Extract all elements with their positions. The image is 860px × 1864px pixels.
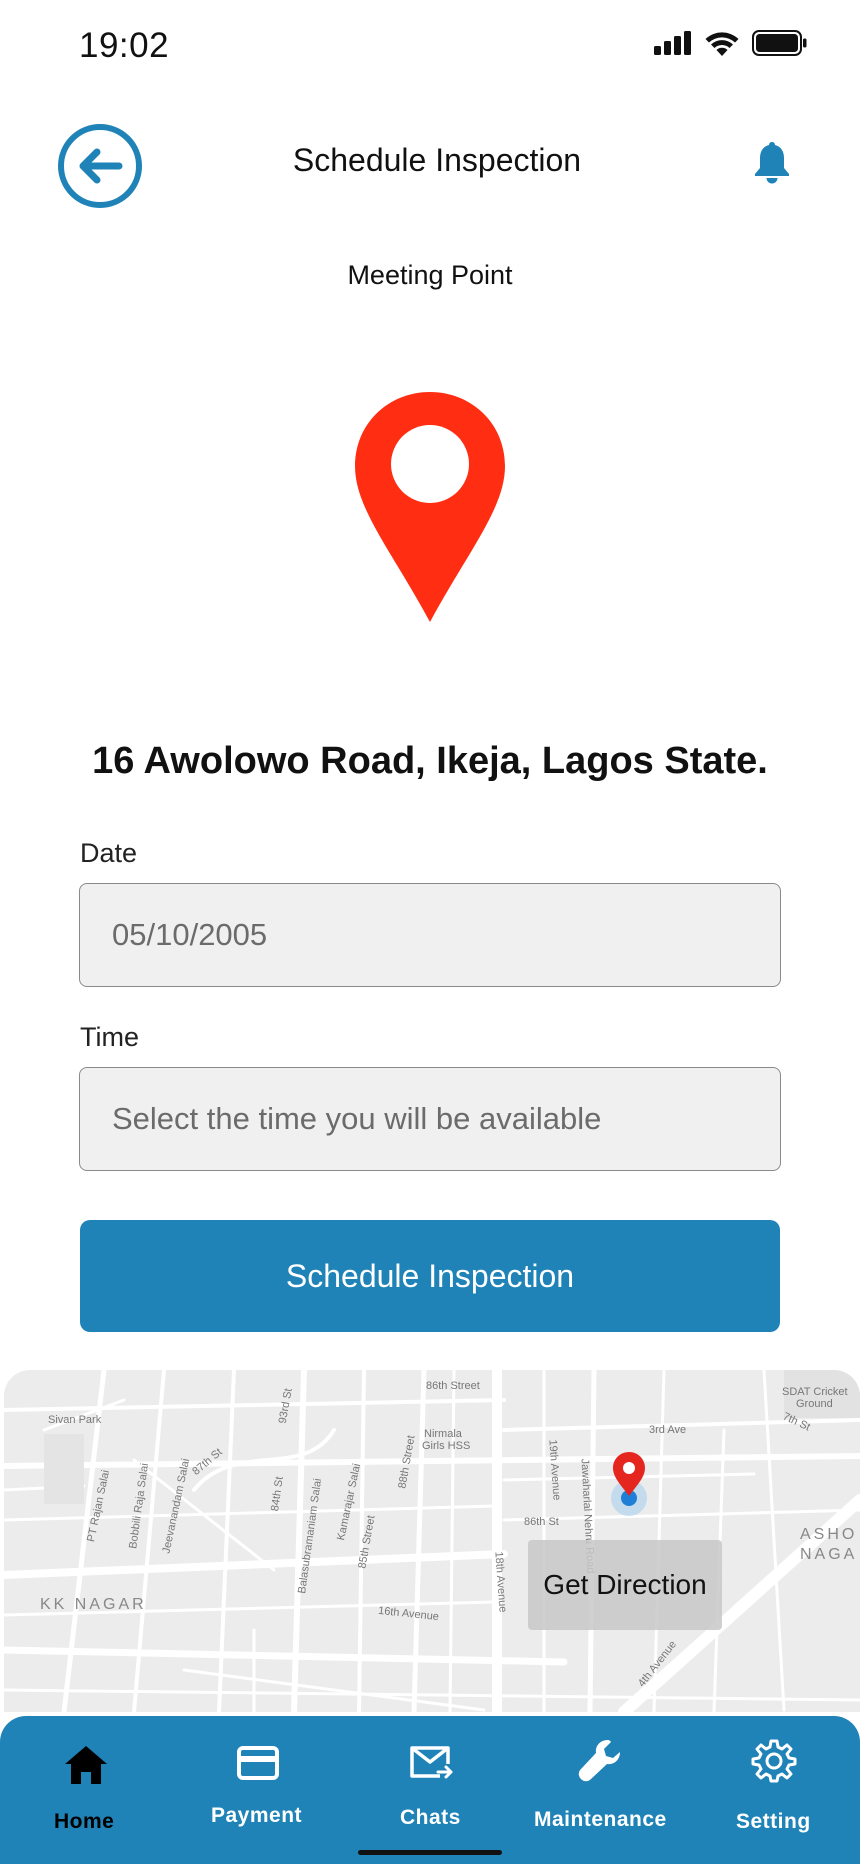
date-field[interactable]: 05/10/2005 (79, 883, 781, 987)
map-label: NAGA (800, 1546, 858, 1563)
nav-item-maintenance[interactable]: Maintenance (530, 1716, 670, 1864)
page-title: Schedule Inspection (292, 142, 582, 178)
get-direction-button[interactable]: Get Direction (528, 1540, 722, 1630)
map-label: KK NAGAR (40, 1596, 147, 1613)
map-label: Sivan Park (48, 1414, 102, 1426)
nav-item-home[interactable]: Home (36, 1716, 136, 1864)
nav-item-setting[interactable]: Setting (732, 1716, 842, 1864)
nav-label-chats: Chats (400, 1806, 461, 1829)
home-indicator (358, 1850, 502, 1855)
map-label: Ground (796, 1398, 833, 1410)
cellular-signal-icon (654, 31, 691, 55)
map-label: 86th Street (426, 1380, 480, 1392)
bottom-nav: Home Payment Chats Maintenance Setting (0, 1716, 860, 1864)
nav-item-chats[interactable]: Chats (386, 1716, 476, 1864)
mail-icon (410, 1746, 453, 1779)
wrench-icon (578, 1740, 620, 1782)
map-view[interactable]: 86th Street SDAT Cricket Ground Sivan Pa… (4, 1370, 860, 1712)
map-label: 3rd Ave (649, 1424, 687, 1436)
home-icon (65, 1746, 107, 1784)
credit-card-icon (237, 1746, 279, 1780)
wifi-icon (705, 32, 739, 56)
meeting-address: 16 Awolowo Road, Ikeja, Lagos State. (92, 740, 768, 782)
battery-icon (752, 30, 807, 56)
nav-item-payment[interactable]: Payment (200, 1716, 316, 1864)
status-icons (654, 30, 808, 56)
map-label: Girls HSS (422, 1440, 471, 1452)
time-label: Time (80, 1022, 139, 1052)
nav-label-payment: Payment (211, 1804, 303, 1827)
schedule-inspection-button[interactable]: Schedule Inspection (80, 1220, 780, 1332)
date-label: Date (80, 838, 138, 868)
nav-label-setting: Setting (736, 1810, 811, 1833)
nav-label-home: Home (54, 1810, 115, 1833)
gear-icon (751, 1739, 797, 1783)
nav-label-maintenance: Maintenance (534, 1808, 667, 1831)
map-label: Nirmala (424, 1428, 462, 1440)
date-value: 05/10/2005 (112, 917, 268, 952)
status-bar: 19:02 (0, 0, 860, 96)
map-label: ASHO (800, 1526, 858, 1543)
map-label: 86th St (524, 1516, 559, 1528)
bell-icon[interactable] (752, 140, 792, 189)
status-time: 19:02 (79, 26, 170, 65)
time-input[interactable] (112, 1068, 780, 1170)
meeting-point-label: Meeting Point (347, 260, 513, 290)
location-pin-icon (353, 390, 507, 629)
map-label: SDAT Cricket (782, 1386, 848, 1398)
time-field[interactable] (79, 1067, 781, 1171)
